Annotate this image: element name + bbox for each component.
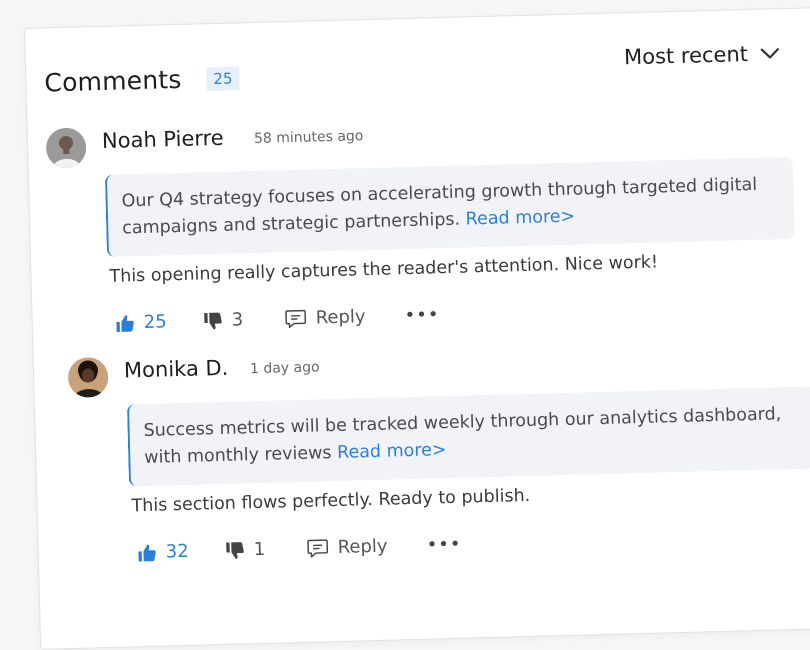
comments-panel: Comments 25 Most recent Noah Pierre 58 m… [24,7,810,650]
speech-bubble-icon [284,308,307,329]
avatar[interactable] [68,357,109,398]
comment-actions: 32 1 Reply ••• [136,534,461,563]
thumbs-down-icon [202,310,223,331]
reply-label: Reply [315,306,365,328]
like-button[interactable]: 32 [136,540,225,563]
like-button[interactable]: 25 [114,310,203,333]
more-dots-icon: ••• [404,304,439,326]
dislike-count: 1 [253,539,265,560]
more-dots-icon: ••• [426,534,461,556]
comments-header: Comments 25 Most recent [44,49,790,69]
avatar[interactable] [46,127,87,168]
comment-actions: 25 3 Reply ••• [114,304,439,333]
more-options-button[interactable]: ••• [404,304,439,326]
reply-button[interactable]: Reply [284,305,405,329]
dislike-button[interactable]: 3 [202,308,285,331]
comment-body: This section flows perfectly. Ready to p… [131,486,530,516]
dislike-button[interactable]: 1 [224,538,307,561]
speech-bubble-icon [306,538,329,559]
chevron-down-icon [760,47,780,60]
comment-body: This opening really captures the reader'… [109,252,658,286]
quoted-text: Success metrics will be tracked weekly t… [127,386,810,486]
quoted-text-content: Our Q4 strategy focuses on accelerating … [121,175,757,239]
like-count: 25 [143,311,166,333]
quoted-text-content: Success metrics will be tracked weekly t… [143,404,781,468]
thumbs-up-icon [114,313,135,334]
comments-title: Comments [44,65,182,98]
like-count: 32 [165,541,188,563]
reply-label: Reply [337,536,387,558]
reply-button[interactable]: Reply [306,535,427,559]
comment-timestamp: 58 minutes ago [254,128,364,147]
dislike-count: 3 [231,309,243,330]
read-more-link[interactable]: Read more> [337,440,447,463]
thumbs-down-icon [224,540,245,561]
quoted-text: Our Q4 strategy focuses on accelerating … [105,157,795,257]
comment-count-badge: 25 [206,66,240,91]
sort-label: Most recent [624,42,749,69]
comment-author[interactable]: Noah Pierre [102,126,224,153]
comment-author[interactable]: Monika D. [124,356,229,383]
sort-dropdown[interactable]: Most recent [624,41,780,69]
comment-timestamp: 1 day ago [250,359,320,377]
read-more-link[interactable]: Read more> [465,207,575,230]
more-options-button[interactable]: ••• [426,534,461,556]
thumbs-up-icon [137,542,158,563]
